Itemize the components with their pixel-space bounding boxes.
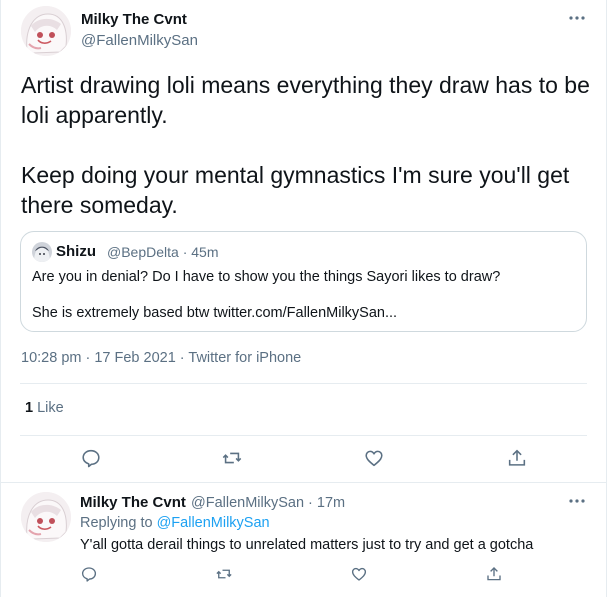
quoted-author-meta: @BepDelta · 45m — [107, 244, 219, 260]
tweet-text: Artist drawing loli means everything the… — [21, 72, 590, 218]
divider — [20, 435, 587, 436]
reply-author-avatar[interactable] — [21, 492, 71, 542]
reply-author-name[interactable]: Milky The Cvnt — [80, 494, 186, 511]
tweet-timestamp[interactable]: 10:28 pm · 17 Feb 2021 · Twitter for iPh… — [21, 350, 301, 366]
replying-to-prefix: Replying to — [80, 515, 153, 531]
likes-label: Like — [37, 400, 64, 416]
divider — [20, 383, 587, 384]
reply-author-meta[interactable]: @FallenMilkySan · 17m — [191, 495, 345, 511]
retweet-icon[interactable] — [221, 447, 243, 469]
quoted-author-name: Shizu — [56, 243, 96, 260]
quoted-tweet-card[interactable]: Shizu @BepDelta · 45m Are you in denial?… — [20, 231, 587, 332]
share-icon[interactable] — [506, 447, 528, 469]
author-name[interactable]: Milky The Cvnt — [81, 11, 187, 28]
heart-icon[interactable] — [363, 447, 385, 469]
author-avatar[interactable] — [21, 6, 71, 56]
reply-bubble-icon[interactable] — [80, 565, 98, 583]
retweet-icon[interactable] — [215, 565, 233, 583]
tweet-thread: Milky The Cvnt @FallenMilkySan Artist dr… — [0, 0, 607, 597]
quoted-tweet-text-line: She is extremely based btw twitter.com/F… — [32, 305, 398, 321]
replying-to-handle-link[interactable]: @FallenMilkySan — [157, 515, 270, 531]
likes-count-row[interactable]: 1 Like — [25, 400, 64, 416]
reply-bubble-icon[interactable] — [80, 447, 102, 469]
heart-icon[interactable] — [350, 565, 368, 583]
author-handle[interactable]: @FallenMilkySan — [81, 32, 198, 49]
likes-count: 1 — [25, 400, 34, 416]
quoted-tweet-text-line: Are you in denial? Do I have to show you… — [32, 269, 501, 285]
quoted-author-avatar — [32, 242, 52, 262]
divider — [1, 482, 607, 483]
more-horizontal-icon[interactable] — [567, 8, 587, 28]
replying-to: Replying to @FallenMilkySan — [80, 515, 270, 531]
reply-text: Y'all gotta derail things to unrelated m… — [80, 537, 534, 553]
share-icon[interactable] — [485, 565, 503, 583]
more-horizontal-icon[interactable] — [567, 491, 587, 511]
